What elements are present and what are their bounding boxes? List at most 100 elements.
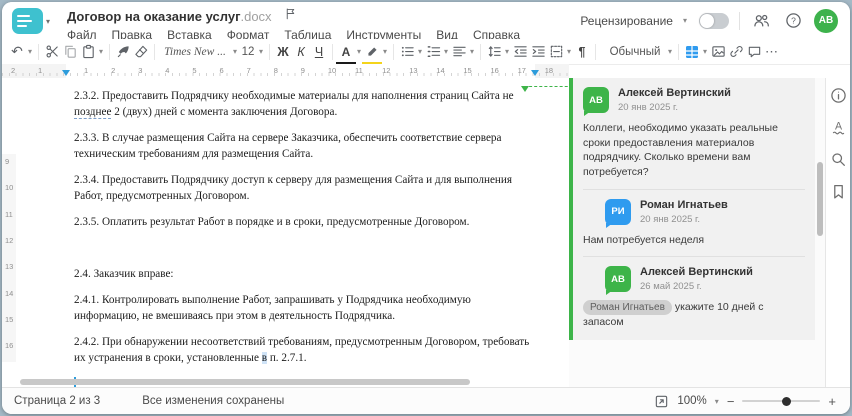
italic-button[interactable]: К	[292, 42, 310, 62]
numbered-list-button[interactable]	[424, 42, 442, 62]
reply-author-avatar: РИ	[605, 198, 631, 228]
status-bar: Страница 2 из 3 Все изменения сохранены …	[2, 387, 850, 414]
mention-chip[interactable]: Роман Игнатьев	[583, 300, 672, 316]
line-spacing-caret-icon[interactable]: ▾	[503, 42, 511, 62]
numbered-list-caret-icon[interactable]: ▾	[442, 42, 450, 62]
undo-caret-icon[interactable]: ▾	[26, 42, 34, 62]
decrease-indent-button[interactable]	[511, 42, 529, 62]
paragraph-borders-button[interactable]	[547, 42, 565, 62]
font-family-caret-icon[interactable]: ▾	[231, 42, 239, 62]
highlight-color-button[interactable]	[362, 42, 382, 65]
insert-table-button[interactable]	[683, 42, 701, 62]
collaborators-icon[interactable]	[750, 10, 772, 32]
fit-width-button[interactable]	[654, 394, 669, 409]
header: ▾ Договор на оказание услуг .docx Файл П…	[2, 2, 850, 42]
reply-author-name: Роман Игнатьев	[640, 198, 728, 211]
align-button[interactable]	[450, 42, 468, 62]
insert-image-button[interactable]	[709, 42, 727, 62]
bookmark-icon[interactable]	[829, 182, 847, 200]
font-family-select[interactable]: Times New ...	[159, 42, 231, 62]
bullet-list-button[interactable]	[398, 42, 416, 62]
comment-thread[interactable]: АВ Алексей Вертинский 20 янв 2025 г. Кол…	[569, 78, 815, 341]
cut-button[interactable]	[43, 42, 61, 62]
paragraph-2-3-4[interactable]: 2.3.4. Предоставить Подрядчику доступ к …	[74, 173, 560, 204]
insert-comment-button[interactable]	[745, 42, 763, 62]
line-spacing-button[interactable]	[485, 42, 503, 62]
document-text[interactable]: 2.3.2. Предоставить Подрядчику необходим…	[74, 89, 560, 388]
svg-text:А: А	[834, 120, 842, 132]
zoom-slider[interactable]	[742, 396, 821, 406]
p7-text-rest[interactable]: п. 2.7.1.	[267, 352, 307, 364]
reply-date: 20 янв 2025 г.	[640, 213, 701, 225]
paste-caret-icon[interactable]: ▾	[97, 42, 105, 62]
underline-button[interactable]: Ч	[310, 42, 328, 62]
zoom-out-button[interactable]: −	[727, 394, 735, 409]
align-caret-icon[interactable]: ▾	[468, 42, 476, 62]
font-color-caret-icon[interactable]: ▾	[355, 42, 363, 62]
p1-text-rest[interactable]: 2 (двух) дней с момента заключения Догов…	[111, 106, 337, 118]
highlight-caret-icon[interactable]: ▾	[381, 42, 389, 62]
info-icon[interactable]	[829, 86, 847, 104]
undo-button[interactable]: ↶	[8, 42, 26, 62]
font-color-button[interactable]: А	[336, 42, 356, 65]
zoom-level[interactable]: 100%	[677, 395, 706, 407]
zoom-slider-thumb[interactable]	[782, 396, 792, 406]
app-menu-caret-icon[interactable]: ▾	[46, 17, 50, 26]
right-indent-marker[interactable]	[531, 70, 539, 76]
copy-button[interactable]	[61, 42, 79, 62]
comment-text: Коллеги, необходимо указать реальные сро…	[583, 122, 778, 179]
search-icon[interactable]	[829, 150, 847, 168]
table-caret-icon[interactable]: ▾	[701, 42, 709, 62]
flag-icon[interactable]	[284, 7, 297, 25]
page-indicator[interactable]: Страница 2 из 3	[14, 395, 100, 407]
comment-author-avatar: АВ	[583, 87, 609, 116]
bullet-list-caret-icon[interactable]: ▾	[416, 42, 424, 62]
comment-reply[interactable]: АВ Алексей Вертинский 26 май 2025 г. Ром…	[583, 266, 805, 330]
paragraph-style-select[interactable]: Обычный	[600, 42, 666, 62]
review-toggle[interactable]	[699, 12, 729, 29]
paragraph-2-3-5[interactable]: 2.3.5. Оплатить результат Работ в порядк…	[74, 215, 560, 231]
app-logo-icon[interactable]	[12, 8, 43, 34]
user-avatar[interactable]: АВ	[814, 8, 838, 33]
app-window: ▾ Договор на оказание услуг .docx Файл П…	[2, 2, 850, 414]
paragraph-2-4-2: 2.4.2. При обнаружении несоответствий тр…	[74, 335, 560, 366]
borders-caret-icon[interactable]: ▾	[565, 42, 573, 62]
format-painter-icon[interactable]	[114, 42, 132, 62]
reply-text: Нам потребуется неделя	[583, 233, 705, 246]
svg-text:?: ?	[791, 16, 796, 26]
toolbar-more-button[interactable]: ⋯	[763, 42, 781, 62]
review-mode-label[interactable]: Рецензирование	[580, 14, 673, 28]
paragraph-2-3-3[interactable]: 2.3.3. В случае размещения Сайта на серв…	[74, 131, 560, 162]
p1-text[interactable]: 2.3.2. Предоставить Подрядчику необходим…	[74, 90, 514, 102]
left-indent-marker[interactable]	[62, 70, 70, 76]
clear-format-eraser-icon[interactable]	[132, 42, 150, 62]
document-page[interactable]: 2.3.2. Предоставить Подрядчику необходим…	[16, 78, 569, 388]
spellcheck-icon[interactable]: А	[829, 118, 847, 136]
reply-date: 26 май 2025 г.	[640, 281, 702, 293]
comment-anchor-line	[524, 86, 569, 87]
zoom-caret-icon[interactable]: ▾	[715, 397, 719, 406]
help-icon[interactable]: ?	[782, 10, 804, 32]
comment-reply[interactable]: РИ Роман Игнатьев 20 янв 2025 г. Нам пот…	[583, 198, 805, 248]
paragraph-2-4-1[interactable]: 2.4.1. Контролировать выполнение Работ, …	[74, 293, 560, 324]
bold-button[interactable]: Ж	[274, 42, 292, 62]
reply-author-avatar: АВ	[605, 266, 631, 296]
increase-indent-button[interactable]	[529, 42, 547, 62]
paragraph-2-4[interactable]: 2.4. Заказчик вправе:	[74, 267, 560, 283]
style-caret-icon[interactable]: ▾	[666, 42, 674, 62]
p1-commented-word[interactable]: позднее	[74, 105, 112, 119]
comment-date: 20 янв 2025 г.	[618, 102, 679, 113]
comment-author-name: Алексей Вертинский	[618, 87, 731, 99]
font-size-select[interactable]: 12	[239, 42, 257, 62]
show-formatting-marks-button[interactable]: ¶	[573, 42, 591, 62]
horizontal-ruler[interactable]: 2 1 1 2 3 4 5 6 7 8 9 10 11 12 13 14 15 16 17 18	[2, 64, 569, 79]
vertical-ruler[interactable]: 91011121314151617181920	[2, 154, 16, 362]
insert-link-button[interactable]	[727, 42, 745, 62]
save-status: Все изменения сохранены	[142, 395, 285, 407]
comments-scrollbar[interactable]	[817, 162, 823, 236]
zoom-in-button[interactable]: +	[828, 394, 836, 409]
horizontal-scrollbar[interactable]	[20, 379, 470, 385]
review-caret-icon[interactable]: ▾	[683, 16, 687, 25]
paste-button[interactable]	[79, 42, 97, 62]
font-size-caret-icon[interactable]: ▾	[257, 42, 265, 62]
